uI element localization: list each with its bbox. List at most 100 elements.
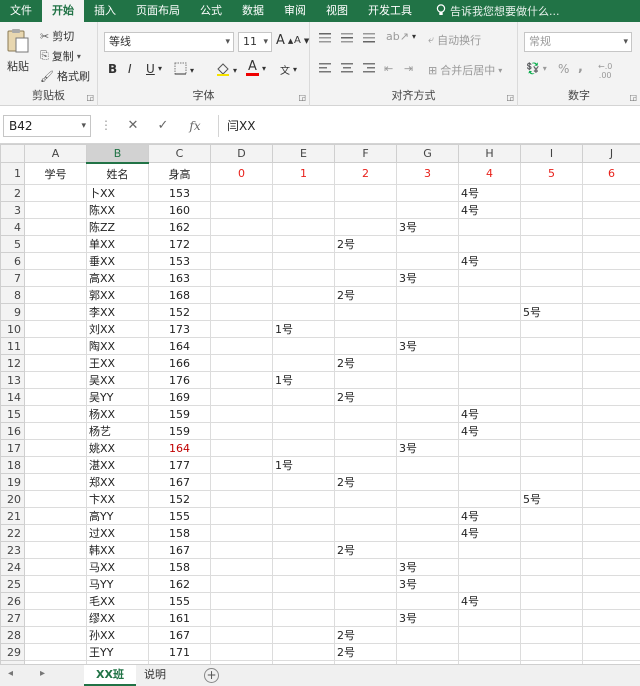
- dialog-launcher-icon[interactable]: ◲: [506, 93, 514, 102]
- cell-name[interactable]: 杨XX: [86, 405, 149, 423]
- italic-button[interactable]: I: [128, 62, 132, 76]
- cell-group[interactable]: [520, 320, 583, 338]
- cell-group[interactable]: [582, 218, 640, 236]
- cell-group[interactable]: 2号: [334, 286, 397, 304]
- font-color-dropdown[interactable]: ▾: [262, 64, 266, 73]
- cell-height[interactable]: 163: [148, 269, 211, 287]
- cell-group[interactable]: [334, 456, 397, 474]
- column-header[interactable]: J: [582, 144, 640, 163]
- cell-group[interactable]: [520, 218, 583, 236]
- cell-group[interactable]: [210, 575, 273, 593]
- column-header[interactable]: F: [334, 144, 397, 163]
- cell-name[interactable]: 缪XX: [86, 609, 149, 627]
- underline-dropdown[interactable]: ▾: [158, 64, 162, 73]
- column-header[interactable]: A: [24, 144, 87, 163]
- cell-group[interactable]: [396, 626, 459, 644]
- cell-group[interactable]: [458, 269, 521, 287]
- cell-group[interactable]: [210, 337, 273, 355]
- cell-group[interactable]: [520, 337, 583, 355]
- cell-group[interactable]: 3号: [396, 337, 459, 355]
- cell-group[interactable]: [396, 235, 459, 253]
- tab-home[interactable]: 开始: [42, 0, 84, 22]
- cell-height[interactable]: 158: [148, 558, 211, 576]
- cell-group[interactable]: [334, 405, 397, 423]
- row-header[interactable]: 22: [0, 524, 25, 542]
- cell-student-id[interactable]: [24, 371, 87, 389]
- cell-student-id[interactable]: [24, 592, 87, 610]
- cell-group[interactable]: 2号: [334, 235, 397, 253]
- cell-group[interactable]: [520, 201, 583, 219]
- cell-student-id-header[interactable]: 学号: [24, 162, 87, 185]
- sheet-tab-class[interactable]: XX班: [84, 665, 136, 686]
- cell-group[interactable]: 3号: [396, 218, 459, 236]
- cell-group[interactable]: [396, 371, 459, 389]
- cell-group[interactable]: [210, 235, 273, 253]
- row-header[interactable]: 23: [0, 541, 25, 559]
- cell-student-id[interactable]: [24, 184, 87, 202]
- row-header[interactable]: 10: [0, 320, 25, 338]
- row-header[interactable]: 21: [0, 507, 25, 525]
- formula-input[interactable]: 闫XX: [218, 115, 638, 137]
- cell-group[interactable]: [458, 558, 521, 576]
- row-header[interactable]: 7: [0, 269, 25, 287]
- cell-group[interactable]: [210, 507, 273, 525]
- cell-group[interactable]: [334, 337, 397, 355]
- cell-group[interactable]: [520, 626, 583, 644]
- cell-group[interactable]: 4号: [458, 405, 521, 423]
- cell-group[interactable]: [458, 371, 521, 389]
- cell-student-id[interactable]: [24, 456, 87, 474]
- cell-height[interactable]: 167: [148, 473, 211, 491]
- tab-formulas[interactable]: 公式: [190, 0, 232, 22]
- cell-student-id[interactable]: [24, 558, 87, 576]
- cell-group[interactable]: [582, 609, 640, 627]
- cell-group[interactable]: [582, 626, 640, 644]
- cell-student-id[interactable]: [24, 286, 87, 304]
- cell-group[interactable]: [520, 269, 583, 287]
- cell-group[interactable]: [520, 439, 583, 457]
- cell-group[interactable]: [458, 456, 521, 474]
- cell-height[interactable]: 161: [148, 609, 211, 627]
- cell-group[interactable]: [582, 371, 640, 389]
- cell-group[interactable]: [334, 184, 397, 202]
- cell-name[interactable]: 高YY: [86, 507, 149, 525]
- cell-student-id[interactable]: [24, 218, 87, 236]
- cell-group[interactable]: [520, 456, 583, 474]
- cell-height[interactable]: 159: [148, 422, 211, 440]
- bold-button[interactable]: B: [108, 62, 117, 76]
- cell-group-header[interactable]: 2: [334, 162, 397, 185]
- cell-group[interactable]: [582, 456, 640, 474]
- cell-group[interactable]: [520, 541, 583, 559]
- cell-group[interactable]: [210, 405, 273, 423]
- tab-file[interactable]: 文件: [0, 0, 42, 22]
- tab-view[interactable]: 视图: [316, 0, 358, 22]
- column-header[interactable]: E: [272, 144, 335, 163]
- cell-group[interactable]: [458, 473, 521, 491]
- cell-student-id[interactable]: [24, 269, 87, 287]
- cell-group[interactable]: [582, 575, 640, 593]
- cell-height[interactable]: 166: [148, 354, 211, 372]
- cell-group[interactable]: [272, 609, 335, 627]
- align-left-button[interactable]: [318, 62, 332, 77]
- cell-group[interactable]: 5号: [520, 303, 583, 321]
- cell-group[interactable]: [334, 507, 397, 525]
- row-header[interactable]: 26: [0, 592, 25, 610]
- cell-group[interactable]: [396, 252, 459, 270]
- enter-button[interactable]: ✓: [152, 115, 174, 137]
- sheet-tab-notes[interactable]: 说明: [132, 665, 178, 686]
- cell-group[interactable]: [210, 218, 273, 236]
- cell-group[interactable]: [210, 320, 273, 338]
- cell-group[interactable]: [520, 507, 583, 525]
- cell-name[interactable]: 马XX: [86, 558, 149, 576]
- cell-group[interactable]: [272, 252, 335, 270]
- cell-height[interactable]: 173: [148, 320, 211, 338]
- row-header[interactable]: 12: [0, 354, 25, 372]
- cell-group[interactable]: [334, 422, 397, 440]
- row-header[interactable]: 25: [0, 575, 25, 593]
- cell-group[interactable]: [582, 235, 640, 253]
- cell-group[interactable]: [210, 456, 273, 474]
- cell-group[interactable]: [272, 235, 335, 253]
- cell-group[interactable]: [210, 201, 273, 219]
- cell-group[interactable]: [396, 592, 459, 610]
- column-header[interactable]: H: [458, 144, 521, 163]
- cell-student-id[interactable]: [24, 354, 87, 372]
